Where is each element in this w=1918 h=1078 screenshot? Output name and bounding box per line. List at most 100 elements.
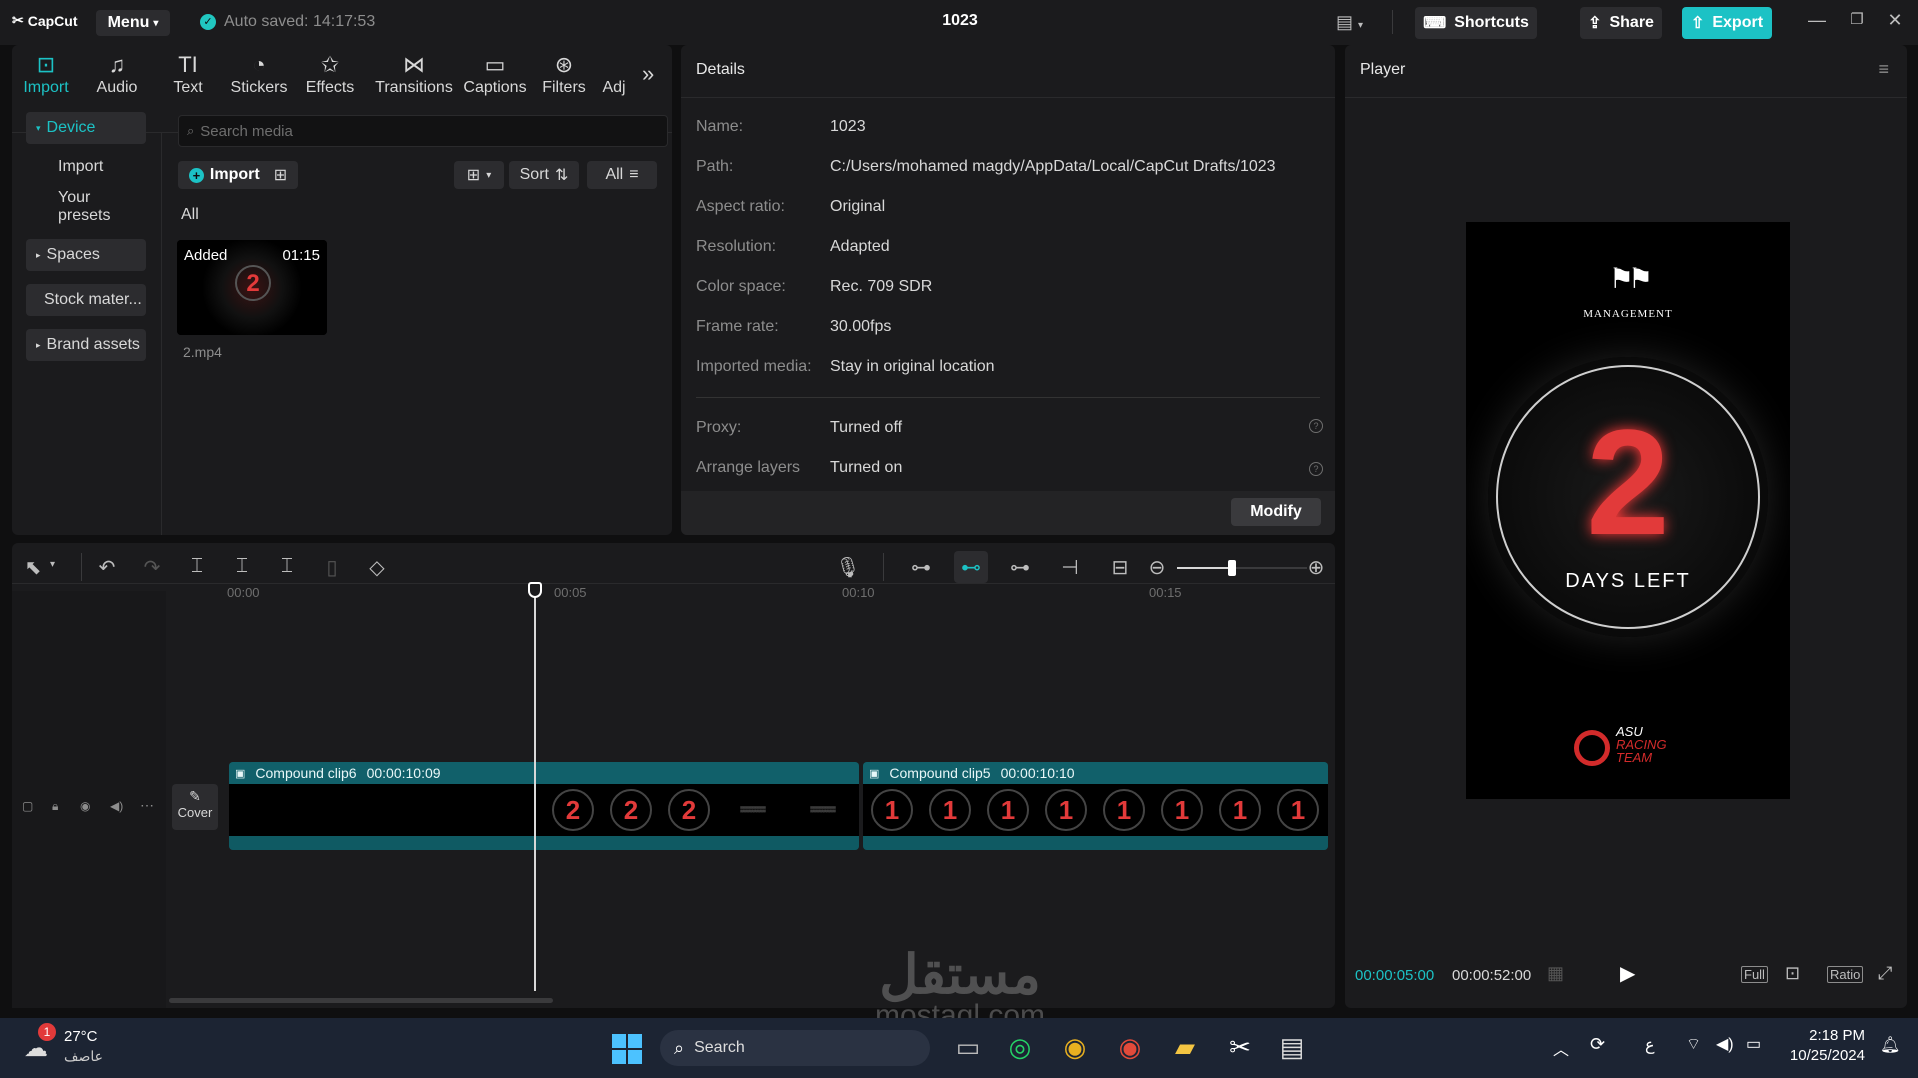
undo-icon[interactable]: ↶ xyxy=(94,555,120,580)
sidebar-item-device[interactable]: ▾ Device xyxy=(26,112,146,144)
zoom-in-icon[interactable]: ⊕ xyxy=(1303,555,1329,580)
file-explorer-icon[interactable]: ▰ xyxy=(1165,1032,1205,1063)
clip-frame: 2 xyxy=(602,787,660,833)
layout-icon[interactable]: ▤ ▾ xyxy=(1336,12,1363,33)
sort-button[interactable]: Sort ⇅ xyxy=(509,161,579,189)
tab-transitions[interactable]: ⋈ Transitions xyxy=(374,51,454,97)
timeline-clip-compound6[interactable]: ▣ Compound clip6 00:00:10:09 2 2 2 ▒▒▒▒▒… xyxy=(229,762,859,850)
windows-start-icon[interactable] xyxy=(612,1034,642,1064)
search-input[interactable]: ⌕ Search media xyxy=(178,115,668,147)
timeline-scrollbar[interactable] xyxy=(169,998,553,1003)
restore-icon[interactable]: ❐ xyxy=(1842,10,1872,28)
edit-icon: ✎ xyxy=(189,788,201,804)
taskbar-search[interactable]: ⌕ Search xyxy=(660,1030,930,1066)
marker-icon[interactable]: ◇ xyxy=(364,555,390,580)
select-cursor-icon[interactable]: ⬉ xyxy=(20,555,46,580)
chevron-up-icon[interactable]: ︿ xyxy=(1553,1036,1569,1060)
preview-brand: MANAGEMENT xyxy=(1583,308,1673,320)
sidebar-item-stock[interactable]: Stock mater... xyxy=(26,284,146,316)
whatsapp-icon[interactable]: ◎ xyxy=(1000,1032,1040,1063)
zoom-slider-handle[interactable] xyxy=(1227,560,1236,576)
chrome-icon[interactable]: ◉ xyxy=(1055,1032,1095,1063)
playhead-handle[interactable] xyxy=(528,582,542,598)
export-button[interactable]: ⇧ Export xyxy=(1682,7,1772,39)
more-icon[interactable]: ⋯ xyxy=(140,797,154,814)
redo-icon[interactable]: ↷ xyxy=(139,555,165,580)
clock-date[interactable]: 10/25/2024 xyxy=(1770,1047,1865,1064)
capcut-taskbar-icon[interactable]: ✂ xyxy=(1220,1032,1260,1063)
plus-circle-icon: + xyxy=(188,167,204,183)
tab-import[interactable]: ⊡ Import xyxy=(12,51,80,97)
app-icon[interactable]: ▤ xyxy=(1272,1032,1312,1063)
tab-filters[interactable]: ⊛ Filters xyxy=(530,51,598,97)
tab-effects[interactable]: ✩ Effects xyxy=(296,51,364,97)
help-icon[interactable]: ? xyxy=(1309,419,1323,433)
tab-text[interactable]: TI Text xyxy=(154,51,222,97)
tab-adjust[interactable]: Adj xyxy=(594,51,634,97)
media-item[interactable]: 2 Added 01:15 xyxy=(177,240,327,335)
menu-icon[interactable]: ≡ xyxy=(1878,59,1889,80)
fullscreen-icon[interactable]: ⤢ xyxy=(1878,963,1892,984)
full-quality-button[interactable]: Full xyxy=(1741,966,1768,983)
volume-icon[interactable]: ◀︎) xyxy=(110,799,123,813)
tab-captions[interactable]: ▭ Captions xyxy=(461,51,529,97)
detail-value-arrange-layers[interactable]: Turned on xyxy=(830,459,902,477)
tab-stickers[interactable]: ◔ Stickers xyxy=(225,51,293,97)
link-main-track-icon[interactable]: ⊶ xyxy=(908,555,934,580)
help-icon[interactable]: ? xyxy=(1309,462,1323,476)
wifi-icon[interactable]: ⌔ xyxy=(1686,1034,1701,1054)
minimize-icon[interactable]: — xyxy=(1802,10,1832,31)
shortcuts-button[interactable]: ⌨ Shortcuts xyxy=(1415,7,1537,39)
menu-button[interactable]: Menu ▾ xyxy=(96,10,170,36)
split-icon[interactable]: ⌶ xyxy=(184,555,210,578)
fit-icon[interactable]: ⊟ xyxy=(1107,555,1133,580)
video-preview[interactable]: ⚑⚑ MANAGEMENT 2 DAYS LEFT ASU RACING TEA… xyxy=(1466,222,1790,799)
track-preview-icon[interactable]: ▢ xyxy=(22,799,33,813)
zoom-out-icon[interactable]: ⊖ xyxy=(1144,555,1170,580)
ruler-label: 00:05 xyxy=(554,585,587,600)
share-button[interactable]: ⇪ Share xyxy=(1580,7,1662,39)
tab-audio[interactable]: ♫ Audio xyxy=(83,51,151,97)
filter-button[interactable]: All ≡ xyxy=(587,161,657,189)
timeline-clip-compound5[interactable]: ▣ Compound clip5 00:00:10:10 1 1 1 1 1 1… xyxy=(863,762,1328,850)
preview-axis-icon[interactable]: ⊣ xyxy=(1057,555,1083,580)
sidebar-item-spaces[interactable]: ▸ Spaces xyxy=(26,239,146,271)
view-toggle-button[interactable]: ⊞ ▾ xyxy=(454,161,504,189)
zoom-slider-track[interactable] xyxy=(1177,560,1307,576)
more-tabs-icon[interactable]: » xyxy=(642,61,654,87)
sidebar-item-brand-assets[interactable]: ▸ Brand assets xyxy=(26,329,146,361)
focus-icon[interactable]: ⊡ xyxy=(1785,963,1800,984)
split-right-icon[interactable]: ⌶ xyxy=(274,555,300,578)
weather-temp[interactable]: 27°C xyxy=(64,1028,98,1045)
caret-right-icon: ▸ xyxy=(36,339,41,350)
sync-icon[interactable]: ⟳ xyxy=(1590,1034,1605,1055)
ratio-button[interactable]: Ratio xyxy=(1827,966,1864,983)
details-title: Details xyxy=(696,61,745,78)
eye-icon[interactable]: ◉ xyxy=(80,799,90,813)
chrome-profile-icon[interactable]: ◉ xyxy=(1110,1032,1150,1063)
volume-icon[interactable]: ◀︎) xyxy=(1716,1034,1734,1054)
play-icon[interactable]: ▶ xyxy=(1620,961,1635,986)
close-icon[interactable]: ✕ xyxy=(1880,10,1910,31)
timecode-grid-icon[interactable]: ▦ xyxy=(1547,963,1564,984)
sidebar-item-presets[interactable]: Your presets xyxy=(26,189,146,224)
task-view-icon[interactable]: ▭ xyxy=(948,1032,988,1063)
linkage-icon[interactable]: ⊶ xyxy=(1007,555,1033,580)
detail-value-name: 1023 xyxy=(830,118,866,135)
playhead[interactable] xyxy=(534,591,536,991)
modify-button[interactable]: Modify xyxy=(1231,498,1321,526)
language-indicator[interactable]: ع xyxy=(1645,1035,1655,1055)
battery-icon[interactable]: ▭ xyxy=(1746,1034,1761,1054)
import-button[interactable]: + Import ⊞ xyxy=(178,161,298,189)
clock-time[interactable]: 2:18 PM xyxy=(1785,1027,1865,1044)
notification-bell-icon[interactable]: 🔔︎ xyxy=(1880,1035,1900,1055)
clip-audio-bar xyxy=(863,836,1328,850)
delete-icon[interactable]: ▯ xyxy=(319,555,345,580)
microphone-icon[interactable]: 🎙 xyxy=(835,555,861,580)
sidebar-item-import[interactable]: Import xyxy=(26,151,146,183)
cover-button[interactable]: ✎ Cover xyxy=(172,784,218,830)
chevron-down-icon[interactable]: ▾ xyxy=(50,559,55,570)
split-left-icon[interactable]: ⌶ xyxy=(229,555,255,578)
detail-value-proxy[interactable]: Turned off xyxy=(830,419,902,437)
lock-icon[interactable]: 🔒︎ xyxy=(52,799,58,814)
